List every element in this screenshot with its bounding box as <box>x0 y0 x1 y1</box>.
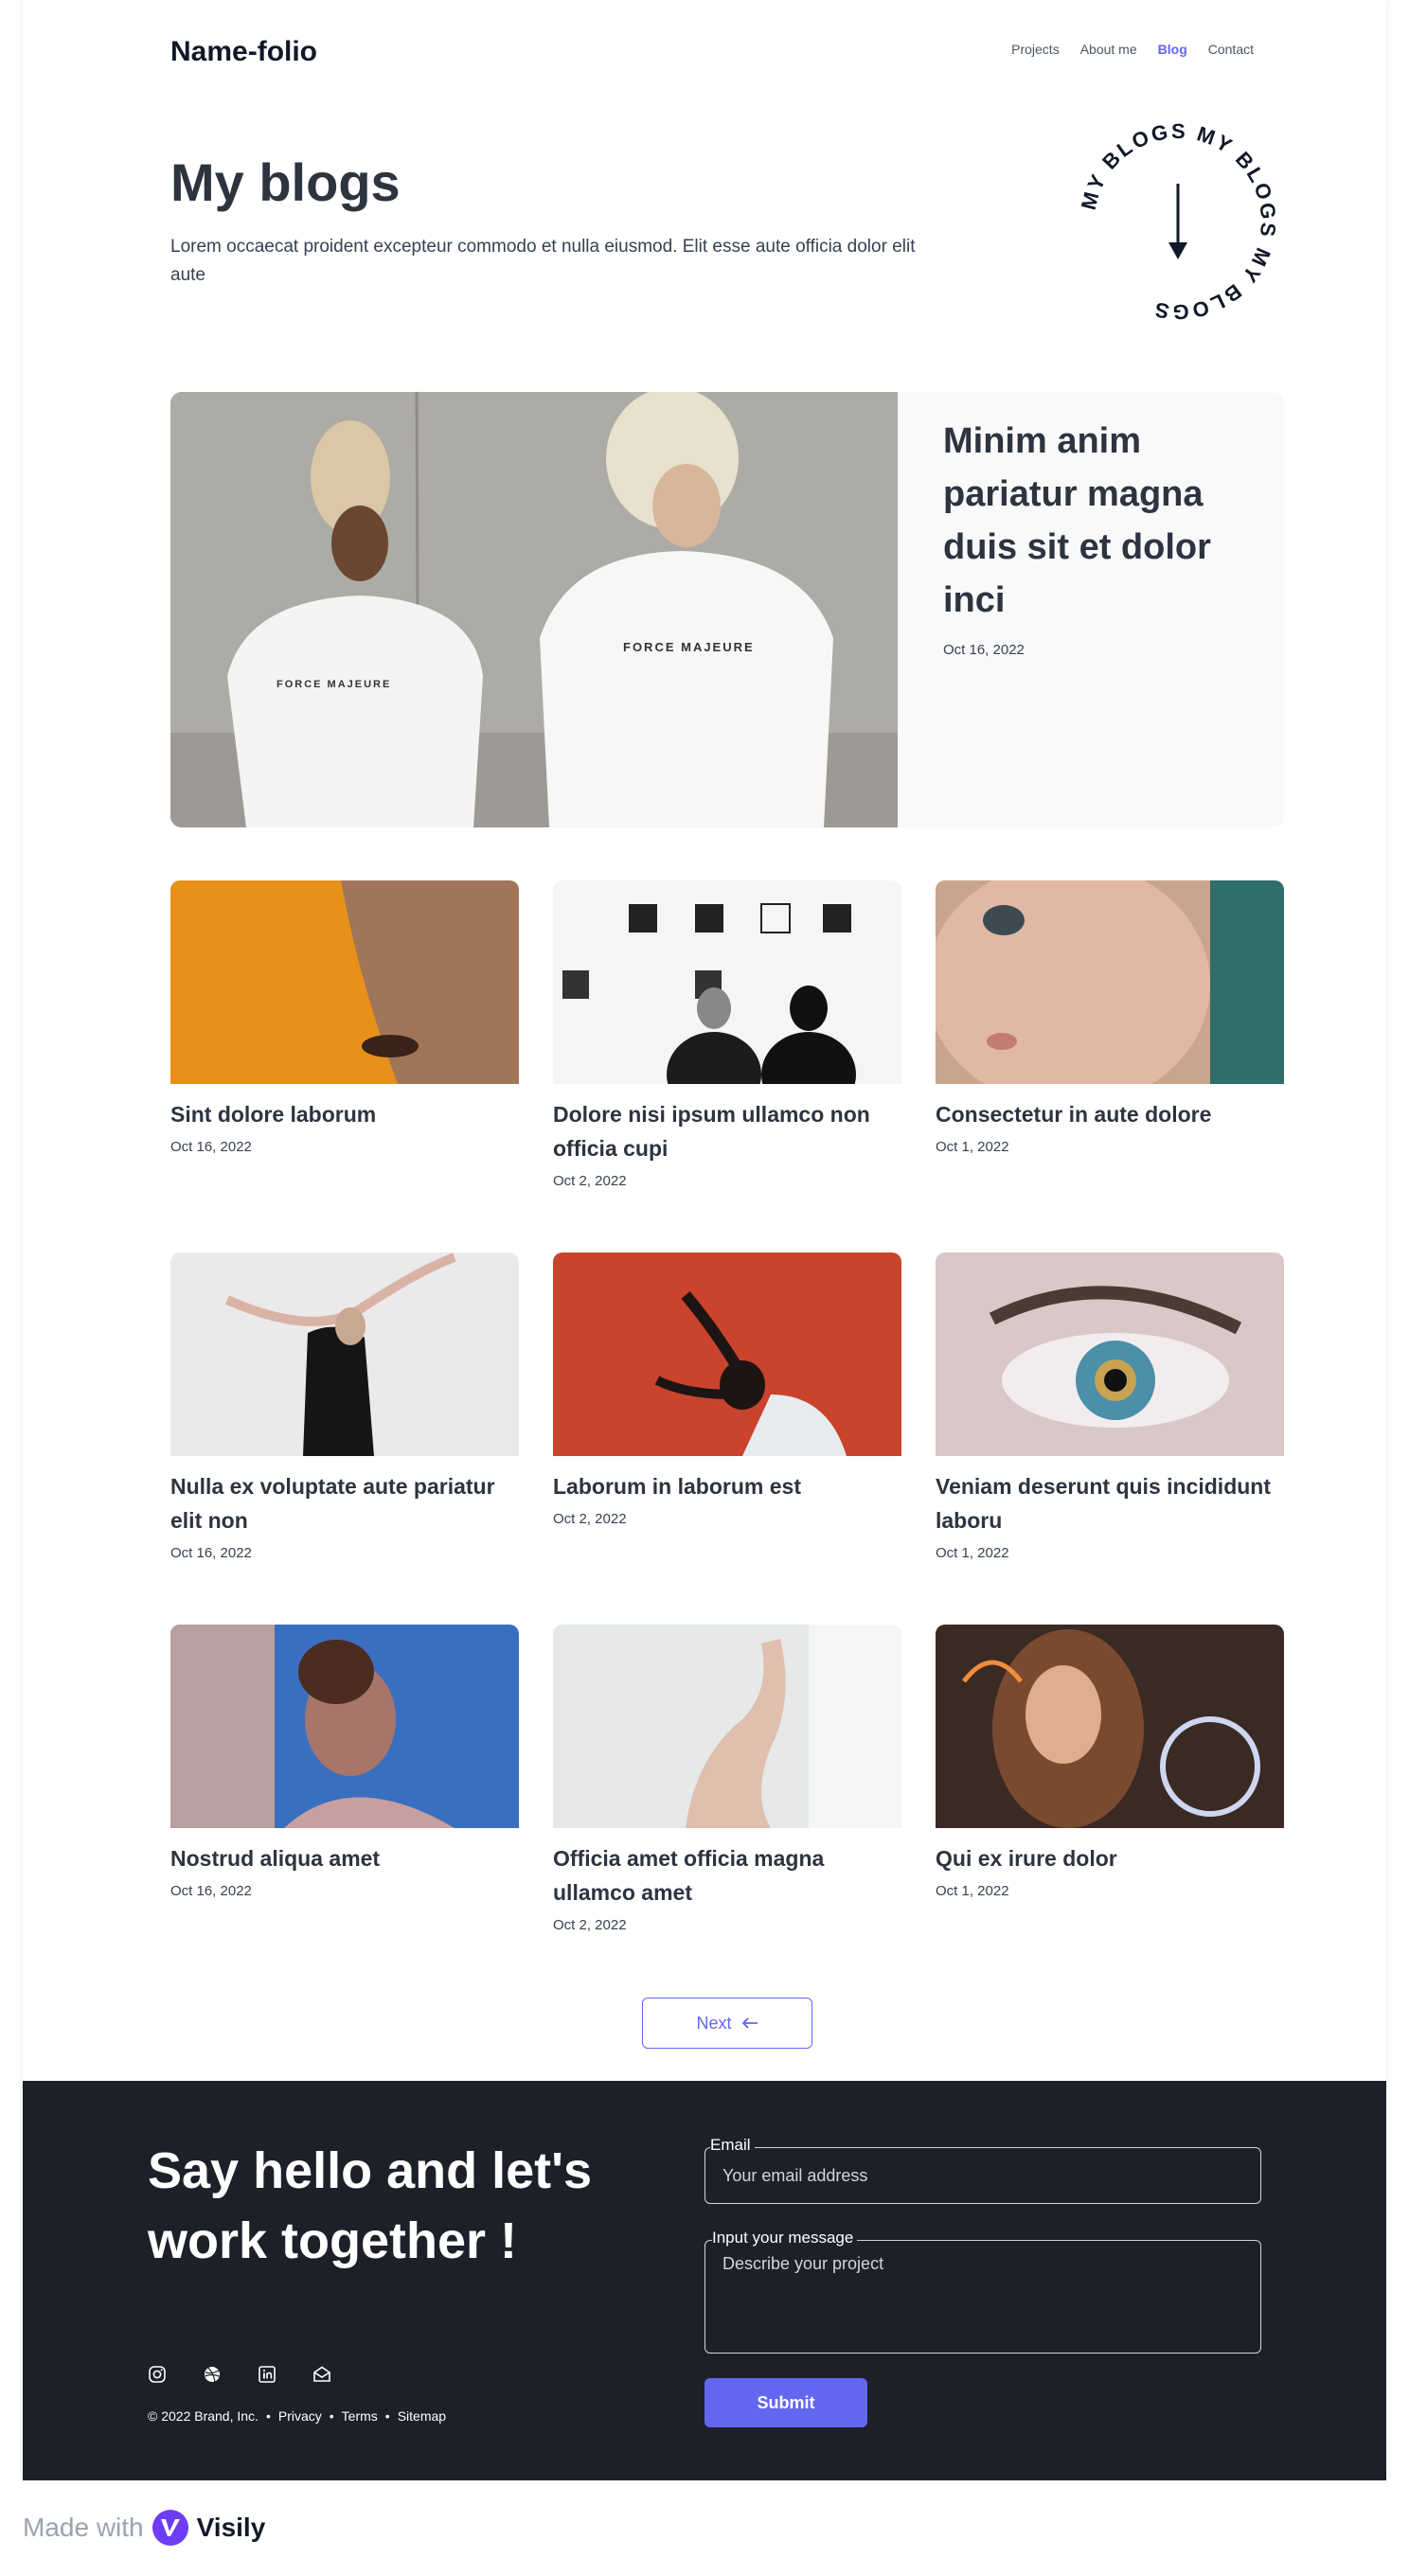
post-date: Oct 16, 2022 <box>170 1139 252 1155</box>
page: Name-folio Projects About me Blog Contac… <box>23 0 1386 2480</box>
nav-contact[interactable]: Contact <box>1208 42 1254 57</box>
post-title[interactable]: Consectetur in aute dolore <box>936 1097 1284 1131</box>
message-field[interactable]: Describe your project <box>704 2240 1261 2354</box>
copyright: © 2022 Brand, Inc. <box>148 2408 259 2424</box>
post-image <box>170 880 519 1084</box>
post-title[interactable]: Nulla ex voluptate aute pariatur elit no… <box>170 1469 519 1537</box>
post-image <box>553 1252 901 1456</box>
terms-link[interactable]: Terms <box>342 2408 378 2424</box>
post-date: Oct 1, 2022 <box>936 1139 1009 1155</box>
next-button[interactable]: Next <box>642 1998 812 2049</box>
post-date: Oct 2, 2022 <box>553 1511 627 1527</box>
separator: • <box>384 2408 390 2424</box>
featured-image: FORCE MAJEURE FORCE MAJEURE <box>170 392 898 827</box>
nav-projects[interactable]: Projects <box>1011 42 1060 57</box>
featured-date: Oct 16, 2022 <box>943 642 1025 658</box>
site-logo[interactable]: Name-folio <box>170 36 317 68</box>
linkedin-icon[interactable] <box>258 2365 276 2384</box>
post-card[interactable]: Qui ex irure dolor Oct 1, 2022 <box>936 1625 1284 1899</box>
contact-footer: Say hello and let's work together ! Your… <box>23 2081 1386 2480</box>
shirt-text-1: FORCE MAJEURE <box>276 679 391 690</box>
post-title[interactable]: Sint dolore laborum <box>170 1097 519 1131</box>
email-field[interactable]: Your email address <box>704 2147 1261 2204</box>
social-links <box>148 2365 331 2384</box>
post-card[interactable]: Nostrud aliqua amet Oct 16, 2022 <box>170 1625 519 1899</box>
arrow-left-icon <box>741 2017 758 2029</box>
post-card[interactable]: Laborum in laborum est Oct 2, 2022 <box>553 1252 901 1527</box>
post-date: Oct 1, 2022 <box>936 1545 1009 1561</box>
post-image <box>936 1252 1284 1456</box>
post-card[interactable]: Dolore nisi ipsum ullamco non officia cu… <box>553 880 901 1189</box>
sitemap-link[interactable]: Sitemap <box>398 2408 446 2424</box>
main-nav: Projects About me Blog Contact <box>1011 42 1254 57</box>
post-date: Oct 2, 2022 <box>553 1173 627 1189</box>
separator: • <box>329 2408 334 2424</box>
mail-icon[interactable] <box>312 2365 331 2384</box>
legal-links: © 2022 Brand, Inc. • Privacy • Terms • S… <box>148 2408 446 2424</box>
message-label: Input your message <box>712 2229 858 2247</box>
made-with-badge[interactable]: Made with Visily <box>23 2509 265 2547</box>
post-title[interactable]: Nostrud aliqua amet <box>170 1841 519 1875</box>
post-date: Oct 16, 2022 <box>170 1545 252 1561</box>
page-title: My blogs <box>170 152 401 212</box>
post-image <box>936 1625 1284 1828</box>
instagram-icon[interactable] <box>148 2365 167 2384</box>
nav-about-me[interactable]: About me <box>1080 42 1137 57</box>
footer-heading: Say hello and let's work together ! <box>148 2142 592 2269</box>
post-image <box>553 1625 901 1828</box>
shirt-text-2: FORCE MAJEURE <box>623 640 755 654</box>
post-card[interactable]: Veniam deserunt quis incididunt laboru O… <box>936 1252 1284 1561</box>
post-image <box>170 1252 519 1456</box>
post-title[interactable]: Dolore nisi ipsum ullamco non officia cu… <box>553 1097 901 1165</box>
post-date: Oct 1, 2022 <box>936 1883 1009 1899</box>
featured-post[interactable]: FORCE MAJEURE FORCE MAJEURE Minim anim p… <box>170 392 1284 827</box>
visily-brand: Visily <box>196 2513 266 2542</box>
post-date: Oct 16, 2022 <box>170 1883 252 1899</box>
post-card[interactable]: Nulla ex voluptate aute pariatur elit no… <box>170 1252 519 1561</box>
arrow-down-icon <box>1168 184 1187 259</box>
post-image <box>170 1625 519 1828</box>
post-card[interactable]: Consectetur in aute dolore Oct 1, 2022 <box>936 880 1284 1155</box>
next-label: Next <box>696 2013 732 2033</box>
page-description: Lorem occaecat proident excepteur commod… <box>170 237 916 285</box>
nav-blog[interactable]: Blog <box>1158 42 1187 57</box>
made-with-text: Made with <box>23 2513 144 2542</box>
dribbble-icon[interactable] <box>203 2365 222 2384</box>
privacy-link[interactable]: Privacy <box>278 2408 322 2424</box>
post-date: Oct 2, 2022 <box>553 1917 627 1933</box>
post-card[interactable]: Officia amet officia magna ullamco amet … <box>553 1625 901 1933</box>
post-image <box>936 880 1284 1084</box>
submit-button[interactable]: Submit <box>704 2378 867 2427</box>
visily-logo-icon <box>152 2510 188 2546</box>
post-card[interactable]: Sint dolore laborum Oct 16, 2022 <box>170 880 519 1155</box>
email-label: Email <box>710 2136 755 2155</box>
separator: • <box>265 2408 271 2424</box>
post-image <box>553 880 901 1084</box>
circular-badge[interactable]: MY BLOGS MY BLOGS MY BLOGS <box>1068 112 1288 331</box>
featured-title[interactable]: Minim anim pariatur magna duis sit et do… <box>943 415 1246 627</box>
post-title[interactable]: Laborum in laborum est <box>553 1469 901 1503</box>
message-placeholder: Describe your project <box>722 2254 884 2273</box>
post-title[interactable]: Qui ex irure dolor <box>936 1841 1284 1875</box>
post-title[interactable]: Veniam deserunt quis incididunt laboru <box>936 1469 1284 1537</box>
post-title[interactable]: Officia amet officia magna ullamco amet <box>553 1841 901 1910</box>
